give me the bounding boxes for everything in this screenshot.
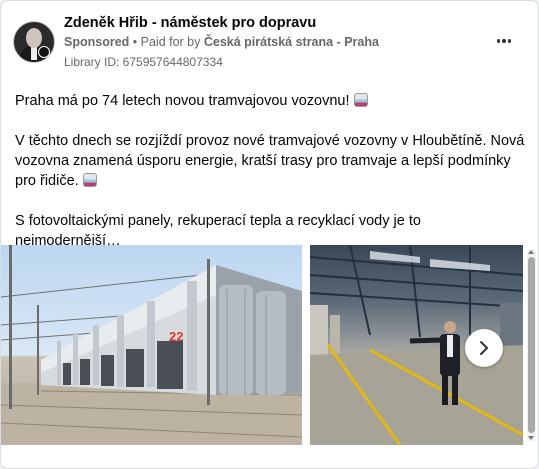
post-text: Praha má po 74 letech novou tramvajovou … <box>15 91 525 271</box>
scrollbar-thumb[interactable] <box>528 257 535 433</box>
library-id: Library ID: 675957644807334 <box>64 55 223 69</box>
image-carousel: 22 <box>1 245 538 447</box>
paid-for-by-name[interactable]: Česká pirátská strana - Praha <box>204 35 379 49</box>
sponsored-label: Sponsored <box>64 35 130 49</box>
party-logo-icon <box>38 46 50 58</box>
scroll-down-icon[interactable] <box>528 436 534 440</box>
depot-exterior-photo[interactable]: 22 <box>1 245 302 445</box>
post-header: Zdeněk Hřib - náměstek pro dopravu Spons… <box>13 13 526 71</box>
carousel-next-button[interactable] <box>465 329 503 367</box>
more-options-icon[interactable] <box>492 33 516 49</box>
tram-emoji-icon <box>353 93 368 107</box>
depot-number-label: 22 <box>169 329 183 344</box>
scrollbar[interactable] <box>527 249 536 441</box>
sponsored-line: Sponsored • Paid for by Česká pirátská s… <box>64 35 379 49</box>
chevron-right-icon <box>480 341 488 355</box>
meta-separator: • <box>129 35 141 49</box>
tram-emoji-icon <box>82 173 97 187</box>
paid-for-prefix: Paid for by <box>140 35 204 49</box>
post-paragraph: Praha má po 74 letech novou tramvajovou … <box>15 91 525 111</box>
ad-post-card: Zdeněk Hřib - náměstek pro dopravu Spons… <box>0 0 539 469</box>
avatar[interactable] <box>13 21 55 63</box>
scroll-up-icon[interactable] <box>528 250 534 254</box>
post-paragraph: V těchto dnech se rozjíždí provoz nové t… <box>15 133 525 189</box>
author-name[interactable]: Zdeněk Hřib - náměstek pro dopravu <box>64 15 316 31</box>
